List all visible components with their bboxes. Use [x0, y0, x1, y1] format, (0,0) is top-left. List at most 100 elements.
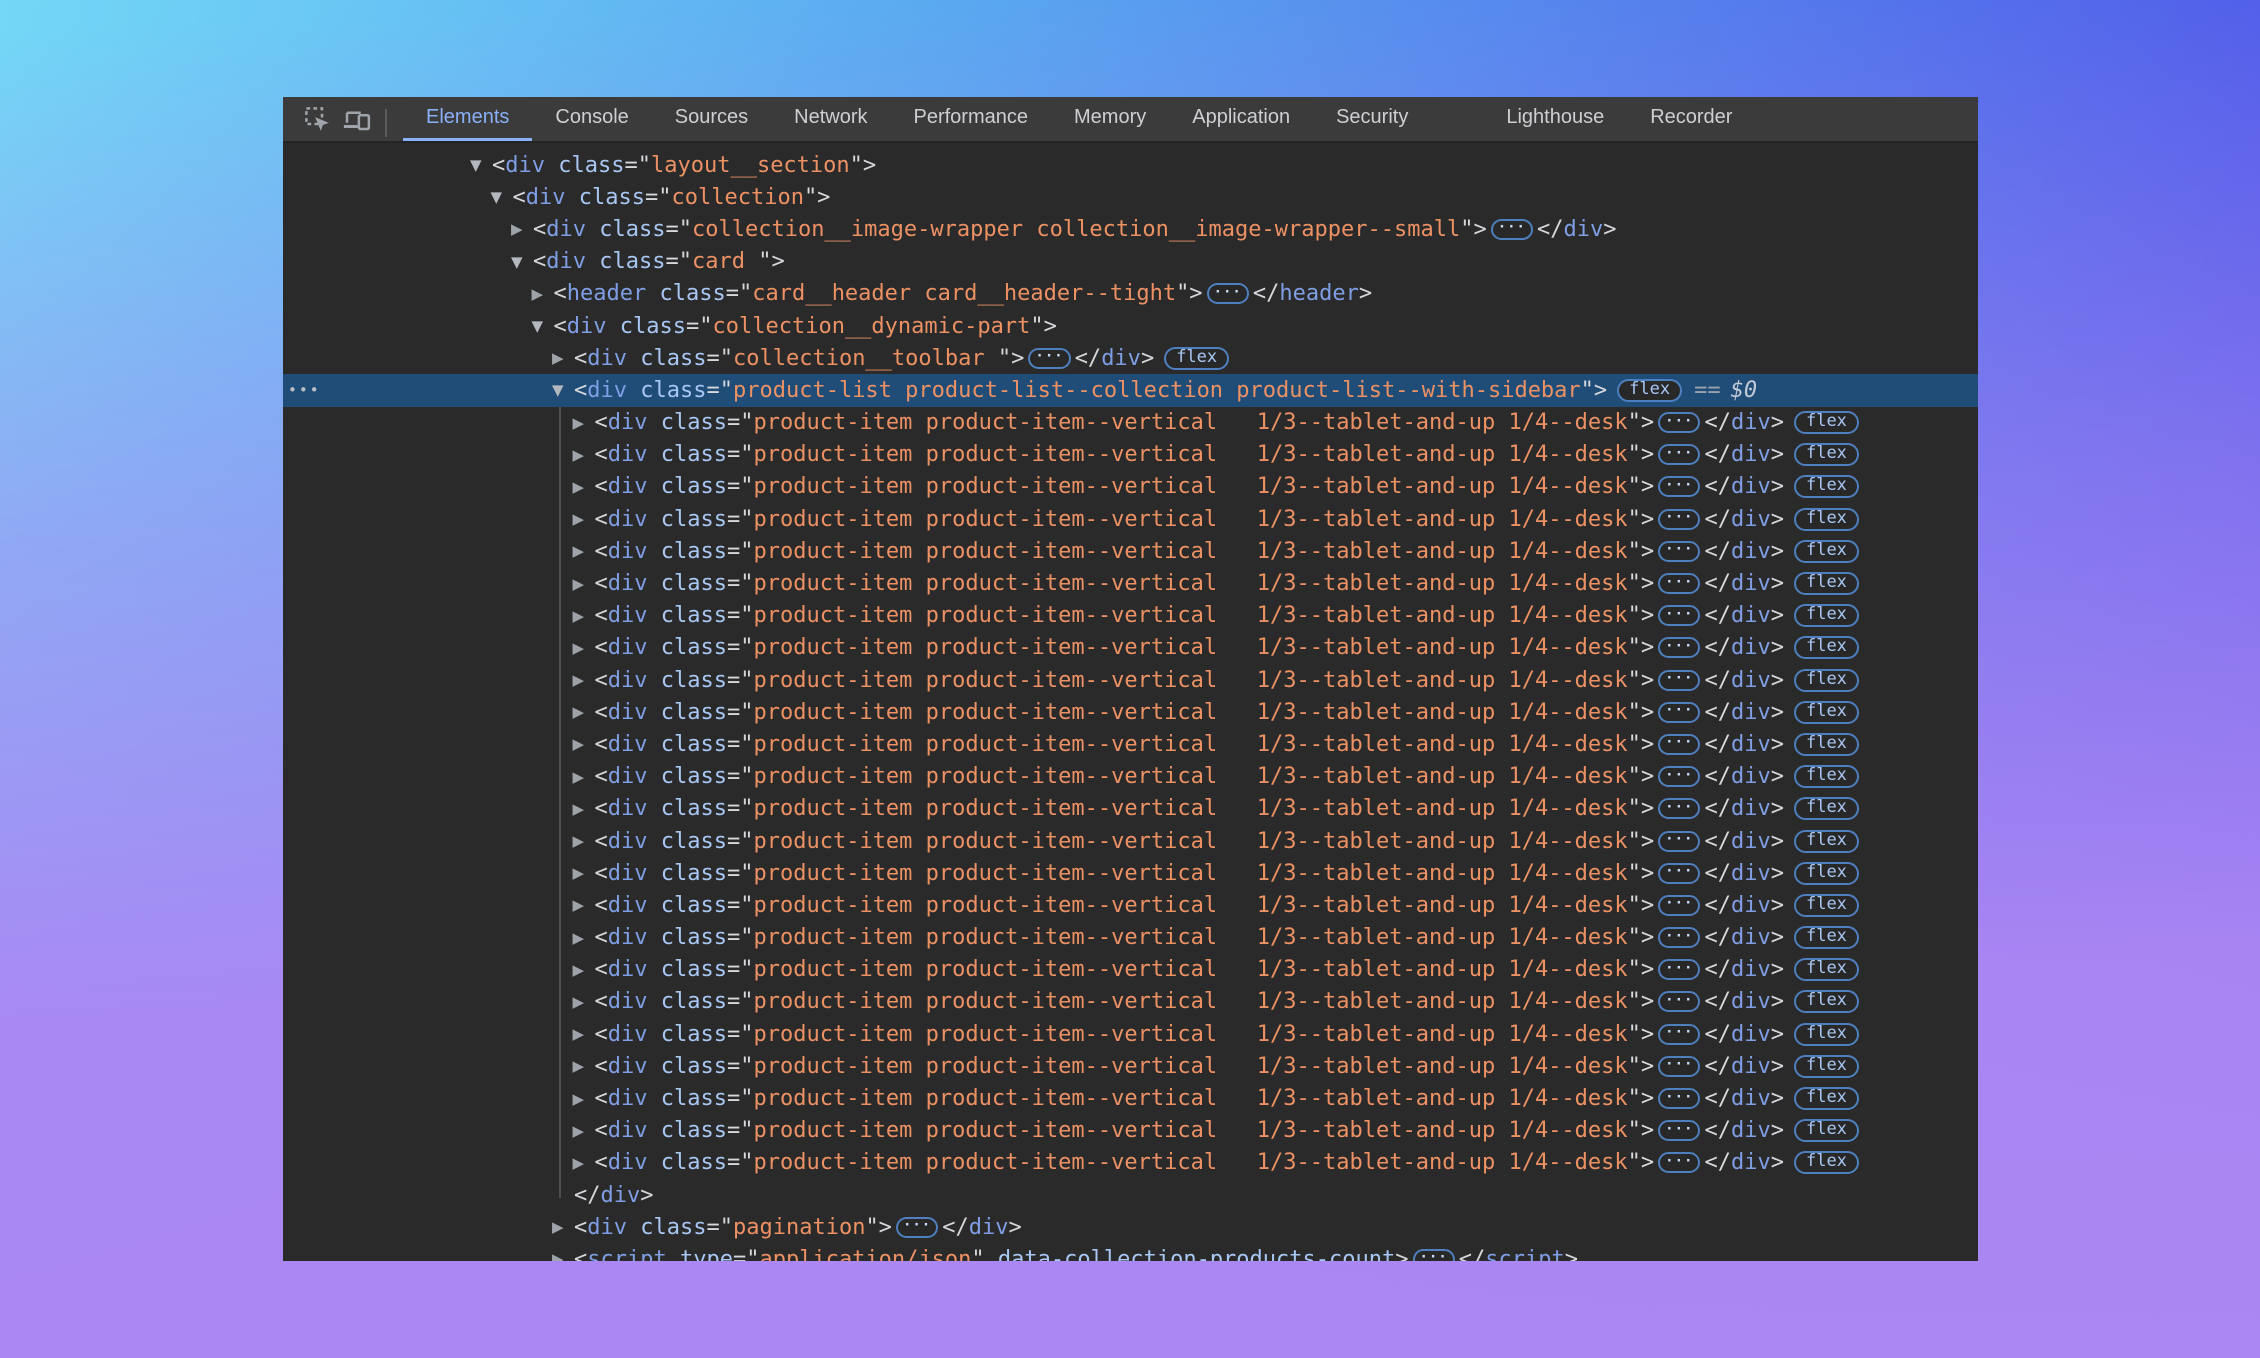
tree-row[interactable]: ▶<div class="product-item product-item--… [283, 567, 1978, 599]
tree-row[interactable]: ▶<div class="product-item product-item--… [283, 857, 1978, 889]
flex-badge[interactable]: flex [1794, 604, 1859, 627]
tree-row[interactable]: ▶<div class="product-item product-item--… [283, 1147, 1978, 1179]
expand-children-button[interactable]: ··· [1658, 895, 1700, 916]
expand-children-button[interactable]: ··· [1658, 541, 1700, 562]
tree-row[interactable]: ▶<div class="product-item product-item--… [283, 600, 1978, 632]
expand-children-button[interactable]: ··· [1658, 1088, 1700, 1109]
tree-row[interactable]: ▶<div class="product-item product-item--… [283, 922, 1978, 954]
tree-row[interactable]: ▼<div class="collection__dynamic-part"> [283, 310, 1978, 342]
expand-arrow-icon[interactable]: ▶ [573, 575, 595, 593]
flex-badge[interactable]: flex [1794, 958, 1859, 981]
expand-children-button[interactable]: ··· [1658, 670, 1700, 691]
expand-children-button[interactable]: ··· [1658, 605, 1700, 626]
flex-badge[interactable]: flex [1794, 1151, 1859, 1174]
flex-badge[interactable]: flex [1794, 701, 1859, 724]
tab-performance[interactable]: Performance [891, 97, 1052, 141]
tree-row[interactable]: ▶<div class="product-item product-item--… [283, 761, 1978, 793]
tree-row[interactable]: ▶<div class="product-item product-item--… [283, 825, 1978, 857]
expand-children-button[interactable]: ··· [1658, 991, 1700, 1012]
tree-row[interactable]: ▶<div class="product-item product-item--… [283, 1050, 1978, 1082]
tab-network[interactable]: Network [771, 97, 890, 141]
tree-row[interactable]: ▼<div class="layout__section"> [283, 149, 1978, 181]
flex-badge[interactable]: flex [1794, 572, 1859, 595]
tab-lighthouse[interactable]: Lighthouse [1483, 97, 1627, 141]
tab-sources[interactable]: Sources [652, 97, 771, 141]
expand-arrow-icon[interactable]: ▶ [573, 768, 595, 786]
flex-badge[interactable]: flex [1164, 347, 1229, 370]
tab-elements[interactable]: Elements [403, 97, 532, 141]
flex-badge[interactable]: flex [1794, 1023, 1859, 1046]
expand-children-button[interactable]: ··· [1658, 702, 1700, 723]
expand-children-button[interactable]: ··· [1658, 412, 1700, 433]
tree-row[interactable]: ▶<div class="product-item product-item--… [283, 954, 1978, 986]
expand-arrow-icon[interactable]: ▶ [573, 446, 595, 464]
expand-children-button[interactable]: ··· [1658, 831, 1700, 852]
flex-badge[interactable]: flex [1794, 669, 1859, 692]
tree-row[interactable]: ▶<div class="product-item product-item--… [283, 632, 1978, 664]
expand-arrow-icon[interactable]: ▶ [573, 1090, 595, 1108]
flex-badge[interactable]: flex [1794, 636, 1859, 659]
expand-children-button[interactable]: ··· [1658, 509, 1700, 530]
flex-badge[interactable]: flex [1794, 862, 1859, 885]
expand-arrow-icon[interactable]: ▶ [573, 478, 595, 496]
flex-badge[interactable]: flex [1794, 733, 1859, 756]
flex-badge[interactable]: flex [1794, 1087, 1859, 1110]
expand-arrow-icon[interactable]: ▶ [573, 961, 595, 979]
flex-badge[interactable]: flex [1794, 926, 1859, 949]
tree-row[interactable]: ▶<div class="collection__toolbar ">···</… [283, 342, 1978, 374]
collapse-arrow-icon[interactable]: ▼ [470, 156, 492, 174]
tree-row[interactable]: ▶<div class="product-item product-item--… [283, 664, 1978, 696]
tree-row[interactable]: </div> [283, 1179, 1978, 1211]
flex-badge[interactable]: flex [1794, 1055, 1859, 1078]
tree-row[interactable]: ▶<div class="product-item product-item--… [283, 503, 1978, 535]
flex-badge[interactable]: flex [1794, 797, 1859, 820]
expand-children-button[interactable]: ··· [1658, 573, 1700, 594]
expand-children-button[interactable]: ··· [1658, 637, 1700, 658]
expand-arrow-icon[interactable]: ▶ [573, 1154, 595, 1172]
expand-children-button[interactable]: ··· [1658, 734, 1700, 755]
expand-arrow-icon[interactable]: ▶ [573, 800, 595, 818]
expand-arrow-icon[interactable]: ▶ [532, 285, 554, 303]
tree-row[interactable]: ▶<div class="pagination">···</div> [283, 1211, 1978, 1243]
inspect-element-icon[interactable] [297, 101, 337, 137]
expand-children-button[interactable]: ··· [1658, 766, 1700, 787]
flex-badge[interactable]: flex [1794, 443, 1859, 466]
expand-arrow-icon[interactable]: ▶ [573, 1122, 595, 1140]
expand-arrow-icon[interactable]: ▶ [573, 607, 595, 625]
expand-arrow-icon[interactable]: ▶ [511, 220, 533, 238]
collapse-arrow-icon[interactable]: ▼ [532, 317, 554, 335]
flex-badge[interactable]: flex [1794, 540, 1859, 563]
expand-children-button[interactable]: ··· [1658, 959, 1700, 980]
expand-arrow-icon[interactable]: ▶ [573, 639, 595, 657]
expand-children-button[interactable]: ··· [1658, 1120, 1700, 1141]
flex-badge[interactable]: flex [1794, 765, 1859, 788]
tree-row[interactable]: ▶<div class="product-item product-item--… [283, 889, 1978, 921]
expand-children-button[interactable]: ··· [1491, 219, 1533, 240]
tree-row-selected[interactable]: •••▼<div class="product-list product-lis… [283, 374, 1978, 406]
collapse-arrow-icon[interactable]: ▼ [552, 381, 574, 399]
tree-row[interactable]: ▶<div class="product-item product-item--… [283, 793, 1978, 825]
tree-row[interactable]: ▶<div class="product-item product-item--… [283, 1082, 1978, 1114]
tab-console[interactable]: Console [532, 97, 651, 141]
expand-children-button[interactable]: ··· [1658, 863, 1700, 884]
tree-row[interactable]: ▶<div class="product-item product-item--… [283, 535, 1978, 567]
expand-children-button[interactable]: ··· [1658, 1056, 1700, 1077]
expand-children-button[interactable]: ··· [1658, 927, 1700, 948]
expand-arrow-icon[interactable]: ▶ [552, 349, 574, 367]
expand-arrow-icon[interactable]: ▶ [573, 993, 595, 1011]
expand-arrow-icon[interactable]: ▶ [573, 1057, 595, 1075]
toggle-device-toolbar-icon[interactable] [337, 101, 377, 137]
expand-arrow-icon[interactable]: ▶ [573, 1025, 595, 1043]
collapse-arrow-icon[interactable]: ▼ [511, 253, 533, 271]
flex-badge[interactable]: flex [1794, 475, 1859, 498]
expand-children-button[interactable]: ··· [896, 1217, 938, 1238]
expand-arrow-icon[interactable]: ▶ [573, 896, 595, 914]
tree-row[interactable]: ▶<div class="product-item product-item--… [283, 439, 1978, 471]
expand-children-button[interactable]: ··· [1658, 798, 1700, 819]
expand-children-button[interactable]: ··· [1658, 1152, 1700, 1173]
flex-badge[interactable]: flex [1794, 830, 1859, 853]
tree-row[interactable]: ▶<div class="product-item product-item--… [283, 1018, 1978, 1050]
expand-arrow-icon[interactable]: ▶ [573, 542, 595, 560]
expand-arrow-icon[interactable]: ▶ [573, 671, 595, 689]
tab-memory[interactable]: Memory [1051, 97, 1169, 141]
